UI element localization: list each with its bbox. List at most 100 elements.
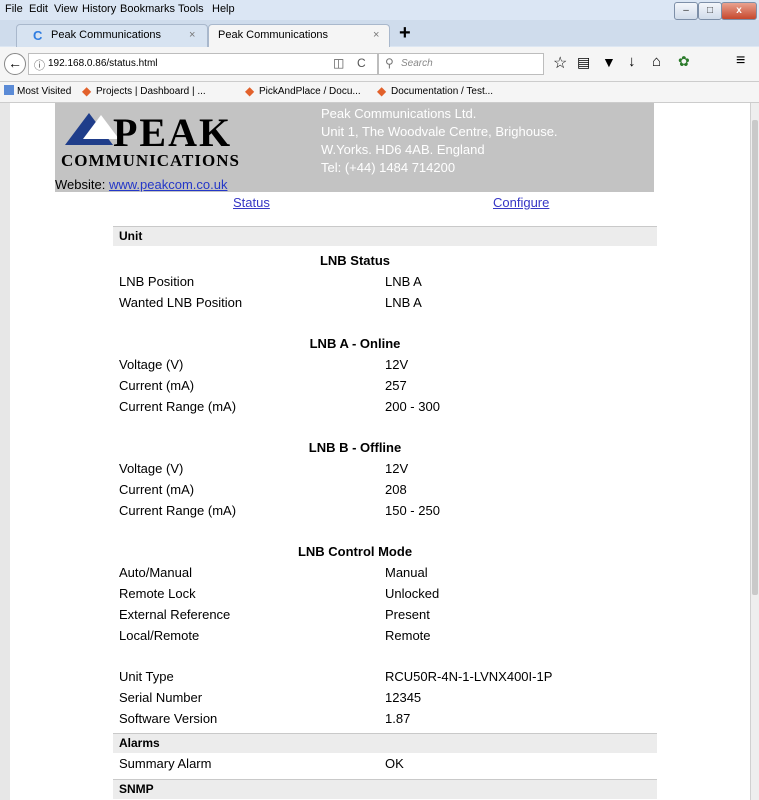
- website-link[interactable]: www.peakcom.co.uk: [109, 177, 228, 192]
- site-header: PEAK COMMUNICATIONS Peak Communications …: [55, 103, 654, 192]
- menu-tools[interactable]: Tools: [178, 3, 204, 15]
- logo-communications: COMMUNICATIONS: [61, 151, 240, 170]
- section-header-alarms: Alarms: [113, 733, 657, 753]
- row-value: 200 - 300: [385, 399, 440, 414]
- row-label: LNB Position: [119, 274, 195, 289]
- row-label: Local/Remote: [119, 628, 200, 643]
- row-label: Auto/Manual: [119, 565, 192, 580]
- row-value: LNB A: [385, 274, 422, 289]
- row-value: OK: [385, 756, 404, 771]
- browser-chrome: File Edit View History Bookmarks Tools H…: [0, 0, 759, 115]
- row-value: Manual: [385, 565, 428, 580]
- bookmark-documentation[interactable]: Documentation / Test...: [391, 86, 493, 97]
- reload-icon[interactable]: C: [357, 56, 366, 70]
- row-value: LNB A: [385, 295, 422, 310]
- reader-view-icon[interactable]: ◫: [333, 56, 344, 70]
- most-visited-icon: [4, 85, 14, 95]
- nav-configure-link[interactable]: Configure: [493, 195, 549, 210]
- address-line: W.Yorks. HD6 4AB. England: [321, 142, 485, 157]
- gitlab-icon: ◆: [82, 84, 92, 98]
- maximize-button[interactable]: □: [698, 2, 722, 20]
- bookmarks-bar: Most Visited ◆ Projects | Dashboard | ..…: [0, 82, 759, 103]
- tab-label: Peak Communications: [218, 29, 329, 41]
- row-value: 12345: [385, 690, 422, 705]
- row-label: Current Range (mA): [119, 503, 237, 518]
- pocket-icon[interactable]: ▼: [602, 54, 616, 70]
- row-value: 257: [385, 378, 407, 393]
- page-margin: [0, 103, 10, 800]
- download-icon[interactable]: ↓: [628, 53, 636, 70]
- website-label: Website:: [55, 177, 106, 192]
- reading-list-icon[interactable]: ▤: [577, 54, 590, 71]
- tab-close-icon[interactable]: ×: [189, 25, 195, 46]
- row-label: Summary Alarm: [119, 756, 212, 771]
- gitlab-icon: ◆: [377, 84, 387, 98]
- row-label: External Reference: [119, 607, 231, 622]
- menu-history[interactable]: History: [82, 3, 116, 15]
- company-name: Peak Communications Ltd.: [321, 106, 477, 121]
- menu-bookmarks[interactable]: Bookmarks: [120, 3, 175, 15]
- website-row: Website: www.peakcom.co.uk: [55, 177, 227, 192]
- navigation-bar: ← ⓘ 192.168.0.86/status.html ◫ C ⚲ Searc…: [0, 47, 759, 82]
- menu-view[interactable]: View: [54, 3, 78, 15]
- search-box[interactable]: ⚲ Search: [378, 53, 544, 75]
- tab-label: Peak Communications: [51, 29, 162, 41]
- row-value: 208: [385, 482, 407, 497]
- telephone: Tel: (+44) 1484 714200: [321, 160, 456, 175]
- row-label: Voltage (V): [119, 461, 184, 476]
- section-header-snmp: SNMP: [113, 779, 657, 799]
- row-value: Remote: [385, 628, 431, 643]
- row-value: 12V: [385, 357, 409, 372]
- page-viewport: PEAK COMMUNICATIONS Peak Communications …: [0, 103, 750, 800]
- tab-close-icon[interactable]: ×: [373, 25, 379, 46]
- row-label: Current (mA): [119, 378, 195, 393]
- tab-strip: C Peak Communications × Peak Communicati…: [0, 20, 759, 47]
- row-label: Current Range (mA): [119, 399, 237, 414]
- gitlab-icon: ◆: [245, 84, 255, 98]
- row-value: Unlocked: [385, 586, 440, 601]
- status-table: Unit LNB Status LNB Position LNB A Wante…: [55, 213, 657, 800]
- tab-inactive[interactable]: C Peak Communications ×: [16, 24, 208, 47]
- row-label: Voltage (V): [119, 357, 184, 372]
- back-arrow-icon: ←: [8, 55, 22, 71]
- tab-active[interactable]: Peak Communications ×: [208, 24, 390, 47]
- bookmark-pickandplace[interactable]: PickAndPlace / Docu...: [259, 86, 361, 97]
- back-button[interactable]: ←: [4, 53, 26, 75]
- logo-peak: PEAK: [113, 110, 233, 155]
- info-icon[interactable]: ⓘ: [34, 57, 45, 73]
- bookmark-star-icon[interactable]: ☆: [553, 53, 567, 73]
- lnb-status-title: LNB Status: [319, 253, 391, 268]
- nav-status-link[interactable]: Status: [233, 195, 270, 210]
- close-window-button[interactable]: x: [721, 2, 757, 20]
- menu-help[interactable]: Help: [212, 3, 235, 15]
- scrollbar-thumb[interactable]: [752, 120, 758, 595]
- menu-edit[interactable]: Edit: [29, 3, 48, 15]
- bookmark-most-visited[interactable]: Most Visited: [17, 86, 71, 97]
- reload-spinner-icon: C: [33, 28, 43, 43]
- url-bar[interactable]: ⓘ 192.168.0.86/status.html ◫ C: [28, 53, 378, 75]
- row-label: Software Version: [119, 711, 218, 726]
- search-input[interactable]: Search: [401, 58, 433, 69]
- extension-icon[interactable]: ✿: [678, 53, 690, 70]
- row-label: Current (mA): [119, 482, 195, 497]
- row-label: Unit Type: [119, 669, 174, 684]
- row-value: 12V: [385, 461, 409, 476]
- row-value: 1.87: [385, 711, 411, 726]
- menu-bar: File Edit View History Bookmarks Tools H…: [0, 0, 759, 20]
- row-value: Present: [385, 607, 430, 622]
- address-line: Unit 1, The Woodvale Centre, Brighouse.: [321, 124, 558, 139]
- url-text: 192.168.0.86/status.html: [48, 58, 158, 69]
- row-value: 150 - 250: [385, 503, 440, 518]
- row-label: Remote Lock: [119, 586, 196, 601]
- site-nav: Status Configure: [55, 192, 654, 214]
- row-value: RCU50R-4N-1-LVNX400I-1P: [385, 669, 553, 684]
- home-icon[interactable]: ⌂: [652, 53, 661, 70]
- menu-file[interactable]: File: [5, 3, 23, 15]
- hamburger-menu-icon[interactable]: ≡: [736, 52, 745, 70]
- new-tab-button[interactable]: +: [399, 22, 411, 45]
- section-header-unit: Unit: [113, 226, 657, 246]
- lnb-b-title: LNB B - Offline: [308, 440, 402, 455]
- bookmark-projects[interactable]: Projects | Dashboard | ...: [96, 86, 206, 97]
- lnb-a-title: LNB A - Online: [309, 336, 401, 351]
- minimize-button[interactable]: –: [674, 2, 698, 20]
